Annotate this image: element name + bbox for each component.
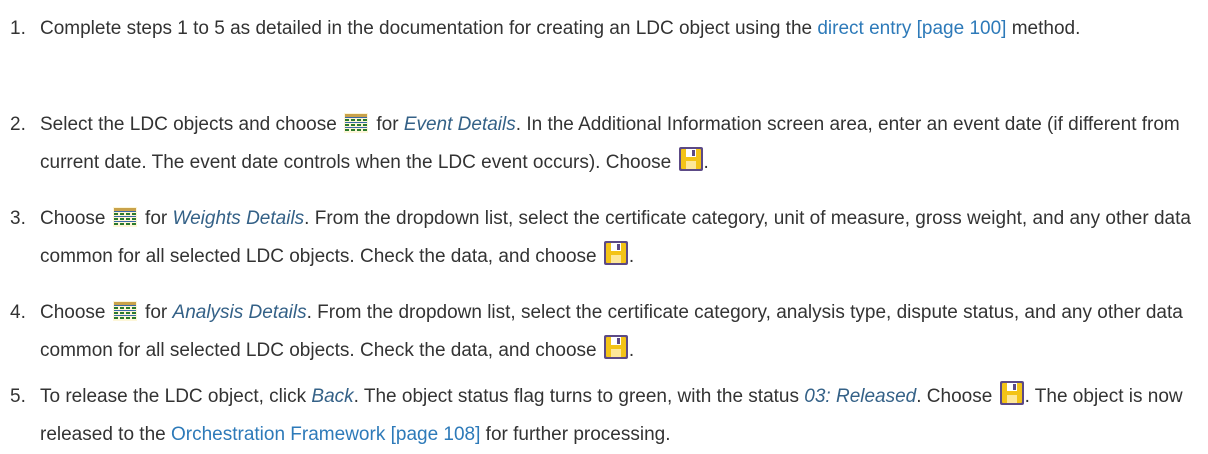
- step-1: 1. Complete steps 1 to 5 as detailed in …: [10, 10, 1200, 48]
- step-2: 2. Select the LDC objects and choose for…: [10, 106, 1200, 182]
- step-text-part: To release the LDC object, click: [40, 386, 312, 407]
- step-text-part: for: [139, 302, 173, 323]
- save-floppy-icon: [999, 381, 1024, 405]
- step-text: Select the LDC objects and choose for Ev…: [40, 106, 1200, 182]
- direct-entry-link[interactable]: direct entry [page 100]: [817, 18, 1006, 39]
- multi-row-details-icon: [344, 113, 369, 133]
- step-number: 1.: [10, 18, 26, 39]
- step-text-part: method.: [1006, 18, 1081, 39]
- step-3: 3. Choose for Weights Details. From the …: [10, 200, 1200, 276]
- step-text-part: Choose: [40, 208, 111, 229]
- step-text-part: .: [628, 340, 635, 361]
- step-number: 4.: [10, 302, 26, 323]
- orchestration-framework-link[interactable]: Orchestration Framework [page 108]: [171, 424, 480, 445]
- step-text-part: Choose: [40, 302, 111, 323]
- save-floppy-icon: [603, 335, 628, 359]
- save-floppy-icon: [678, 147, 703, 171]
- step-text-part: .: [628, 246, 635, 267]
- step-text-part: for: [371, 114, 404, 135]
- documentation-page: 1. Complete steps 1 to 5 as detailed in …: [0, 0, 1208, 452]
- step-text-part: Complete steps 1 to 5 as detailed in the…: [40, 18, 818, 39]
- released-status-term: 03: Released: [804, 386, 917, 407]
- save-floppy-icon: [603, 241, 628, 265]
- back-term: Back: [311, 386, 354, 407]
- step-text-part: for: [139, 208, 173, 229]
- step-5: 5. To release the LDC object, click Back…: [10, 378, 1200, 454]
- step-4: 4. Choose for Analysis Details. From the…: [10, 294, 1200, 370]
- step-number: 5.: [10, 386, 26, 407]
- step-number: 3.: [10, 208, 26, 229]
- step-text: Choose for Analysis Details. From the dr…: [40, 294, 1200, 370]
- weights-details-term: Weights Details: [172, 208, 305, 229]
- step-text-part: . Choose: [916, 386, 998, 407]
- analysis-details-term: Analysis Details: [172, 302, 307, 323]
- step-text: Complete steps 1 to 5 as detailed in the…: [40, 10, 1200, 48]
- step-text-part: .: [703, 152, 709, 173]
- step-text: Choose for Weights Details. From the dro…: [40, 200, 1200, 276]
- step-text-part: Select the LDC objects and choose: [40, 114, 343, 135]
- event-details-term: Event Details: [403, 114, 516, 135]
- step-text-part: . The object status flag turns to green,…: [353, 386, 805, 407]
- multi-row-details-icon: [112, 207, 137, 227]
- step-number: 2.: [10, 114, 26, 135]
- step-text-part: for further processing.: [480, 424, 671, 445]
- step-text: To release the LDC object, click Back. T…: [40, 378, 1200, 454]
- multi-row-details-icon: [112, 301, 137, 321]
